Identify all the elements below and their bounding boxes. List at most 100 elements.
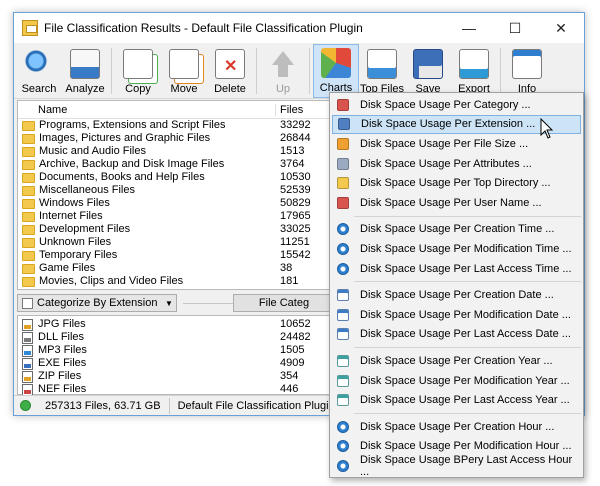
extensions-rows: JPG Files 10652 DLL Files 24482 MP3 Files 150… [18, 316, 334, 396]
menu-item[interactable]: Disk Space Usage Per Modification Year .… [332, 371, 581, 391]
delete-button[interactable]: Delete [207, 44, 253, 98]
row-name: Images, Pictures and Graphic Files [18, 132, 276, 145]
row-files: 26844 [280, 132, 311, 144]
menu-item-label: Disk Space Usage Per Modification Date .… [360, 308, 571, 321]
table-row[interactable]: Unknown Files 11251 [18, 236, 334, 249]
menu-item[interactable]: Disk Space Usage Per Creation Date ... [332, 285, 581, 305]
extension-label: JPG Files [38, 318, 86, 330]
up-button[interactable]: Up [260, 44, 306, 98]
chevron-down-icon: ▼ [165, 298, 173, 308]
table-row[interactable]: MP3 Files 1505 [18, 344, 334, 357]
save-button[interactable]: Save [405, 44, 451, 98]
minimize-button[interactable]: — [446, 13, 492, 43]
table-row[interactable]: ZIP Files 354 [18, 370, 334, 383]
menu-item-label: Disk Space Usage Per Modification Year .… [360, 374, 570, 387]
info-icon [512, 49, 542, 79]
table-row[interactable]: Archive, Backup and Disk Image Files 3764 [18, 158, 334, 171]
row-name: Archive, Backup and Disk Image Files [18, 158, 276, 171]
menu-item[interactable]: Disk Space Usage Per Last Access Time ..… [332, 259, 581, 279]
clock-icon [337, 459, 349, 472]
table-row[interactable]: Temporary Files 15542 [18, 249, 334, 262]
category-label: Movies, Clips and Video Files [39, 275, 184, 287]
table-row[interactable]: EXE Files 4909 [18, 357, 334, 370]
categories-rows: Programs, Extensions and Script Files 332… [18, 119, 334, 288]
menu-item[interactable]: Disk Space Usage Per Last Access Year ..… [332, 390, 581, 410]
export-button[interactable]: Export [451, 44, 497, 98]
category-icon [337, 98, 349, 111]
menu-item[interactable]: Disk Space Usage Per Category ... [332, 95, 581, 115]
file-icon [22, 357, 33, 370]
column-header-files[interactable]: Files [276, 104, 303, 116]
menu-item[interactable]: Disk Space Usage Per Modification Time .… [332, 239, 581, 259]
menu-separator [354, 281, 581, 283]
menu-item-label: Disk Space Usage Per Creation Time ... [360, 223, 555, 236]
category-label: Miscellaneous Files [39, 184, 135, 196]
extensions-list[interactable]: JPG Files 10652 DLL Files 24482 MP3 Files 150… [17, 315, 335, 396]
menu-separator [354, 412, 581, 414]
categories-list[interactable]: Name Files Programs, Extensions and Scri… [17, 100, 335, 290]
menu-item[interactable]: Disk Space Usage Per Creation Time ... [332, 220, 581, 240]
top-files-button[interactable]: Top Files [359, 44, 405, 98]
menu-item-label: Disk Space Usage Per Attributes ... [360, 157, 532, 170]
table-row[interactable]: Game Files 38 [18, 262, 334, 275]
menu-item-label: Disk Space Usage Per Modification Hour .… [360, 440, 572, 453]
close-button[interactable]: ✕ [538, 13, 584, 43]
extension-label: DLL Files [38, 331, 85, 343]
move-button[interactable]: Move [161, 44, 207, 98]
menu-item[interactable]: Disk Space Usage Per Attributes ... [332, 154, 581, 174]
analyze-button[interactable]: Analyze [62, 44, 108, 98]
file-categories-button[interactable]: File Categ [233, 294, 335, 312]
menu-item[interactable]: Disk Space Usage Per User Name ... [332, 193, 581, 213]
table-row[interactable]: Miscellaneous Files 52539 [18, 184, 334, 197]
table-row[interactable]: Documents, Books and Help Files 10530 [18, 171, 334, 184]
menu-item[interactable]: Disk Space Usage Per Creation Year ... [332, 351, 581, 371]
charts-button[interactable]: Charts [313, 44, 359, 98]
table-row[interactable]: JPG Files 10652 [18, 318, 334, 331]
row-name: Documents, Books and Help Files [18, 171, 276, 184]
top-files-icon [367, 49, 397, 79]
search-button[interactable]: Search [16, 44, 62, 98]
copy-button[interactable]: Copy [115, 44, 161, 98]
folder-icon [22, 237, 35, 248]
menu-item[interactable]: Disk Space Usage Per Modification Date .… [332, 305, 581, 325]
category-label: Music and Audio Files [39, 145, 146, 157]
column-header-name[interactable]: Name [18, 103, 276, 116]
menu-item[interactable]: Disk Space Usage BPery Last Access Hour … [332, 453, 581, 478]
window-title: File Classification Results - Default Fi… [44, 21, 363, 35]
info-button[interactable]: Info [504, 44, 550, 98]
table-row[interactable]: DLL Files 24482 [18, 331, 334, 344]
delete-icon [215, 49, 245, 79]
user-icon [337, 196, 349, 209]
year-calendar-icon [337, 374, 349, 387]
row-name: JPG Files [18, 318, 276, 331]
row-files: 181 [280, 275, 299, 287]
menu-item[interactable]: Disk Space Usage Per Last Access Date ..… [332, 325, 581, 345]
menu-item[interactable]: Disk Space Usage Per Creation Hour ... [332, 417, 581, 437]
analyze-icon [70, 49, 100, 79]
table-row[interactable]: Images, Pictures and Graphic Files 26844 [18, 132, 334, 145]
title-bar[interactable]: File Classification Results - Default Fi… [14, 13, 584, 43]
menu-item-label: Disk Space Usage BPery Last Access Hour … [360, 453, 573, 478]
row-name: ZIP Files [18, 370, 276, 383]
file-icon [22, 383, 33, 396]
table-row[interactable]: Development Files 33025 [18, 223, 334, 236]
folder-icon [22, 146, 35, 157]
row-files: 1513 [280, 145, 305, 157]
categorize-select[interactable]: Categorize By Extension ▼ [17, 294, 177, 312]
status-ok-icon [20, 400, 31, 411]
table-row[interactable]: Internet Files 17965 [18, 210, 334, 223]
row-files: 15542 [280, 249, 311, 261]
category-label: Development Files [39, 223, 131, 235]
maximize-button[interactable]: ☐ [492, 13, 538, 43]
menu-items: Disk Space Usage Per Category ... Disk Sp… [330, 95, 583, 478]
row-name: Unknown Files [18, 236, 276, 249]
table-row[interactable]: Windows Files 50829 [18, 197, 334, 210]
table-row[interactable]: Programs, Extensions and Script Files 332… [18, 119, 334, 132]
row-name: Music and Audio Files [18, 145, 276, 158]
table-row[interactable]: Movies, Clips and Video Files 181 [18, 275, 334, 288]
folder-icon [22, 133, 35, 144]
status-summary: 257313 Files, 63.71 GB [37, 397, 170, 414]
menu-item[interactable]: Disk Space Usage Per Top Directory ... [332, 173, 581, 193]
table-row[interactable]: Music and Audio Files 1513 [18, 145, 334, 158]
menu-separator [354, 215, 581, 217]
